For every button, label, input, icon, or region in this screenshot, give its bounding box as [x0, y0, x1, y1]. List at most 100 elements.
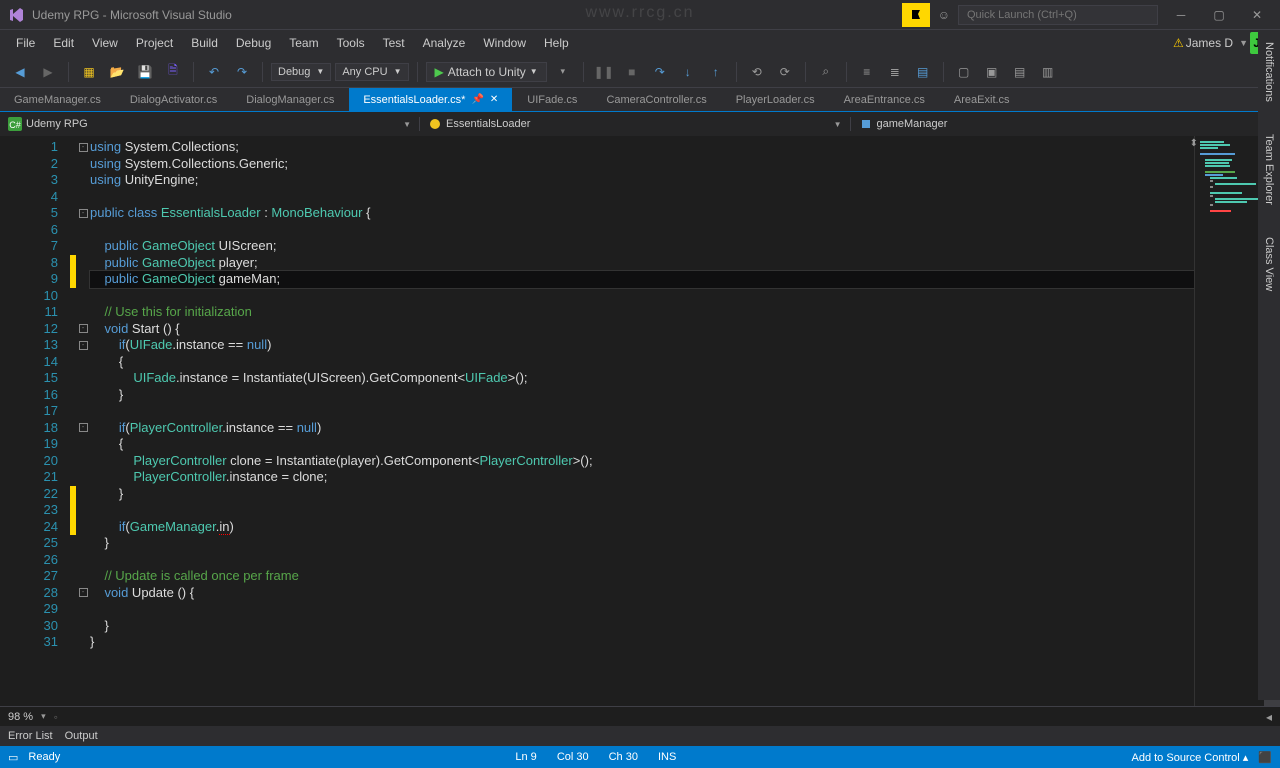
- minimap[interactable]: [1194, 136, 1264, 706]
- menu-window[interactable]: Window: [475, 33, 534, 53]
- play-icon: ▶: [435, 65, 444, 79]
- tab-dialogactivator[interactable]: DialogActivator.cs: [116, 88, 232, 111]
- comment-button[interactable]: ≡: [855, 60, 879, 84]
- field-icon: [859, 117, 873, 131]
- output-tab[interactable]: Output: [65, 730, 98, 742]
- zoom-bar: 98 % ▾ ◦ ◂: [0, 706, 1280, 726]
- pause-button[interactable]: ❚❚: [592, 60, 616, 84]
- attach-dropdown-button[interactable]: ▾: [551, 60, 575, 84]
- layout-1-button[interactable]: ▢: [952, 60, 976, 84]
- platform-dropdown[interactable]: Any CPU▼: [335, 63, 408, 81]
- file-tabs: GameManager.cs DialogActivator.cs Dialog…: [0, 88, 1280, 112]
- menu-project[interactable]: Project: [128, 33, 181, 53]
- vs-logo-icon: [8, 7, 24, 23]
- layout-3-button[interactable]: ▤: [1008, 60, 1032, 84]
- tab-areaentrance[interactable]: AreaEntrance.cs: [830, 88, 940, 111]
- minimize-button[interactable]: ─: [1166, 3, 1196, 27]
- publish-icon[interactable]: ⬛: [1258, 751, 1272, 764]
- menu-edit[interactable]: Edit: [45, 33, 82, 53]
- notifications-tab[interactable]: Notifications: [1261, 36, 1277, 108]
- horizontal-scroll-left-icon[interactable]: ◂: [1266, 710, 1272, 724]
- step-into-button[interactable]: ↓: [676, 60, 700, 84]
- undo-button[interactable]: ↶: [202, 60, 226, 84]
- code-editor[interactable]: using System.Collections;using System.Co…: [90, 136, 1194, 706]
- add-source-control[interactable]: Add to Source Control ▴: [1122, 751, 1259, 764]
- menu-build[interactable]: Build: [183, 33, 226, 53]
- menu-team[interactable]: Team: [281, 33, 326, 53]
- config-dropdown[interactable]: Debug▼: [271, 63, 331, 81]
- split-handle-icon[interactable]: ⬍: [1190, 138, 1198, 149]
- zoom-value[interactable]: 98 %: [8, 711, 33, 723]
- feedback-icon[interactable]: ☺: [938, 8, 950, 22]
- tab-dialogmanager[interactable]: DialogManager.cs: [232, 88, 349, 111]
- nav-member[interactable]: gameManager ▼: [851, 117, 1280, 131]
- close-icon[interactable]: ✕: [490, 94, 498, 105]
- csharp-project-icon: C#: [8, 117, 22, 131]
- status-ins: INS: [648, 751, 686, 763]
- status-rect-icon: ▭: [8, 751, 18, 764]
- toolbar: ◀ ▶ ▦ 📂 💾 🗎 ↶ ↷ Debug▼ Any CPU▼ ▶Attach …: [0, 56, 1280, 88]
- step-out-button[interactable]: ↑: [704, 60, 728, 84]
- svg-text:C#: C#: [9, 120, 21, 130]
- tab-uifade[interactable]: UIFade.cs: [513, 88, 592, 111]
- stop-button[interactable]: ■: [620, 60, 644, 84]
- team-explorer-tab[interactable]: Team Explorer: [1261, 128, 1277, 211]
- menu-analyze[interactable]: Analyze: [415, 33, 474, 53]
- toggle-1-button[interactable]: ⟲: [745, 60, 769, 84]
- editor-area: 1234567891011121314151617181920212223242…: [0, 136, 1280, 706]
- bookmark-button[interactable]: ▤: [911, 60, 935, 84]
- nav-project[interactable]: C# Udemy RPG ▼: [0, 117, 420, 131]
- right-side-panel: Notifications Team Explorer Class View: [1258, 30, 1280, 700]
- pin-icon[interactable]: 📌: [471, 94, 483, 105]
- tab-playerloader[interactable]: PlayerLoader.cs: [722, 88, 830, 111]
- layout-2-button[interactable]: ▣: [980, 60, 1004, 84]
- zoom-dropdown-icon[interactable]: ▾: [41, 711, 46, 722]
- save-button[interactable]: 💾: [133, 60, 157, 84]
- tab-essentialsloader[interactable]: EssentialsLoader.cs*📌✕: [349, 88, 513, 111]
- line-numbers: 1234567891011121314151617181920212223242…: [0, 136, 70, 706]
- status-line: Ln 9: [505, 751, 546, 763]
- nav-back-button[interactable]: ◀: [8, 60, 32, 84]
- layout-4-button[interactable]: ▥: [1036, 60, 1060, 84]
- open-file-button[interactable]: 📂: [105, 60, 129, 84]
- step-over-button[interactable]: ↷: [648, 60, 672, 84]
- new-project-button[interactable]: ▦: [77, 60, 101, 84]
- nav-forward-button[interactable]: ▶: [36, 60, 60, 84]
- fold-column: ------: [76, 136, 90, 706]
- no-issues-icon: ◦: [54, 710, 58, 724]
- menu-tools[interactable]: Tools: [329, 33, 373, 53]
- warning-icon[interactable]: ⚠: [1173, 36, 1184, 50]
- bottom-panel-tabs: Error List Output: [0, 726, 1280, 746]
- error-list-tab[interactable]: Error List: [8, 730, 53, 742]
- quick-launch-input[interactable]: [958, 5, 1158, 25]
- user-name[interactable]: James D: [1186, 36, 1233, 50]
- find-button[interactable]: ⌕: [814, 60, 838, 84]
- menubar: File Edit View Project Build Debug Team …: [0, 30, 1280, 56]
- menu-debug[interactable]: Debug: [228, 33, 279, 53]
- redo-button[interactable]: ↷: [230, 60, 254, 84]
- status-ready: Ready: [18, 751, 70, 763]
- menu-test[interactable]: Test: [375, 33, 413, 53]
- statusbar: ▭ Ready Ln 9 Col 30 Ch 30 INS Add to Sou…: [0, 746, 1280, 768]
- nav-class[interactable]: EssentialsLoader ▼: [420, 117, 851, 131]
- menu-help[interactable]: Help: [536, 33, 577, 53]
- menu-file[interactable]: File: [8, 33, 43, 53]
- menu-view[interactable]: View: [84, 33, 126, 53]
- toggle-2-button[interactable]: ⟳: [773, 60, 797, 84]
- class-view-tab[interactable]: Class View: [1261, 231, 1277, 297]
- close-button[interactable]: ✕: [1242, 3, 1272, 27]
- window-title: Udemy RPG - Microsoft Visual Studio: [32, 8, 902, 22]
- save-all-button[interactable]: 🗎: [161, 60, 185, 84]
- tab-cameracontroller[interactable]: CameraController.cs: [592, 88, 721, 111]
- tab-areaexit[interactable]: AreaExit.cs: [940, 88, 1025, 111]
- attach-unity-button[interactable]: ▶Attach to Unity▼: [426, 62, 547, 82]
- tab-gamemanager[interactable]: GameManager.cs: [0, 88, 116, 111]
- status-col: Col 30: [547, 751, 599, 763]
- notification-flag-icon[interactable]: [902, 3, 930, 27]
- class-icon: [428, 117, 442, 131]
- uncomment-button[interactable]: ≣: [883, 60, 907, 84]
- titlebar: Udemy RPG - Microsoft Visual Studio ☺ ─ …: [0, 0, 1280, 30]
- maximize-button[interactable]: ▢: [1204, 3, 1234, 27]
- navigation-bar: C# Udemy RPG ▼ EssentialsLoader ▼ gameMa…: [0, 112, 1280, 136]
- status-ch: Ch 30: [599, 751, 648, 763]
